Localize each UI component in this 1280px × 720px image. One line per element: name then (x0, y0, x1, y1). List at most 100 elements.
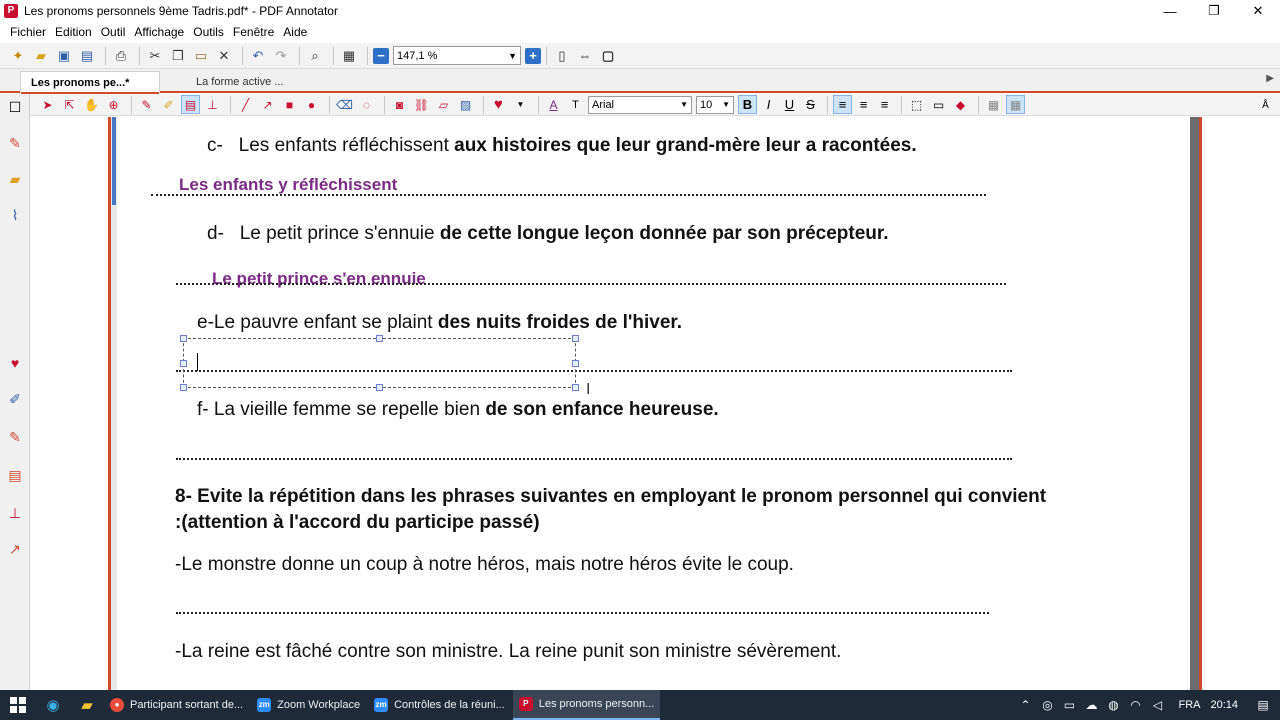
menu-aide[interactable]: Aide (283, 25, 307, 39)
resize-handle[interactable] (180, 360, 187, 367)
resize-handle[interactable] (180, 384, 187, 391)
meet-now-icon[interactable]: ◎ (1036, 698, 1058, 712)
heart-icon[interactable]: ♥ (6, 354, 24, 372)
arrow-line-icon[interactable]: ↗ (258, 95, 277, 114)
fit-page-icon[interactable]: ▯ (552, 46, 572, 66)
favorite-heart-icon[interactable]: ♥ (489, 95, 508, 114)
new-document-icon[interactable]: ✦ (8, 46, 28, 66)
resize-handle[interactable] (572, 335, 579, 342)
edge-browser-icon[interactable]: ◉ (36, 690, 70, 720)
tab-les-pronoms[interactable]: Les pronoms pe...* (20, 71, 160, 94)
chevron-up-icon[interactable]: ⌃ (1014, 698, 1036, 712)
close-button[interactable]: ✕ (1236, 0, 1280, 22)
resize-handle[interactable] (572, 360, 579, 367)
line-width-icon[interactable]: ▭ (929, 95, 948, 114)
taskbar-item-pdf-annotator[interactable]: P Les pronoms personn... (512, 690, 661, 720)
page-layout-icon[interactable]: ▦ (339, 46, 359, 66)
ellipse-tool-icon[interactable]: ● (302, 95, 321, 114)
open-folder-icon[interactable]: ▰ (31, 46, 51, 66)
border-style-icon[interactable]: ⬚ (907, 95, 926, 114)
minimize-button[interactable]: — (1148, 0, 1192, 22)
menu-fenetre[interactable]: Fenêtre (233, 25, 274, 39)
onedrive-icon[interactable]: ☁ (1080, 698, 1102, 712)
pen-tool-icon[interactable]: ✎ (137, 95, 156, 114)
select-arrow-icon[interactable]: ➤ (38, 95, 57, 114)
taskbar-item-zoom[interactable]: zm Zoom Workplace (251, 690, 366, 720)
find-binoculars-icon[interactable]: ⌕ (305, 46, 325, 66)
resize-handle[interactable] (376, 384, 383, 391)
marker-icon[interactable]: ✎ (6, 428, 24, 446)
menu-affichage[interactable]: Affichage (134, 25, 184, 39)
menu-edition[interactable]: Edition (55, 25, 92, 39)
highlighter-tool-icon[interactable]: ✐ (159, 95, 178, 114)
resize-handle[interactable] (376, 335, 383, 342)
taskbar-item-zoom-controls[interactable]: zm Contrôles de la réuni... (368, 690, 511, 720)
menu-fichier[interactable]: Fichier (10, 25, 46, 39)
tab-scroll-right-icon[interactable]: ▶ (1266, 73, 1274, 84)
align-right-icon[interactable]: ≡ (875, 95, 894, 114)
font-select[interactable]: Arial ▼ (588, 95, 692, 114)
zoom-tray-icon[interactable]: ◍ (1102, 698, 1124, 712)
taskbar-item-chrome[interactable]: ● Participant sortant de... (104, 690, 249, 720)
snap-grid-icon[interactable]: ▦ (1006, 95, 1025, 114)
line-tool-icon[interactable]: ╱ (236, 95, 255, 114)
save-icon[interactable]: ▣ (54, 46, 74, 66)
network-device-icon[interactable]: ▭ (1058, 698, 1080, 712)
notification-icon[interactable]: ▤ (1252, 698, 1274, 712)
highlighter-icon[interactable]: ✐ (6, 390, 24, 408)
resize-handle[interactable] (572, 384, 579, 391)
text-annotation-box[interactable] (183, 338, 576, 388)
paste-icon[interactable]: ▭ (191, 46, 211, 66)
link-icon[interactable]: ⛓ (412, 95, 431, 114)
tab-la-forme-active[interactable]: La forme active ... (186, 71, 326, 93)
italic-button[interactable]: I (759, 95, 778, 114)
arrow-tool-icon[interactable]: ↗ (6, 540, 24, 558)
full-screen-icon[interactable]: ▢ (598, 46, 618, 66)
save-as-icon[interactable]: ▤ (77, 46, 97, 66)
file-explorer-icon[interactable]: ▰ (70, 690, 104, 720)
text-tool-icon[interactable]: ▤ (181, 95, 200, 114)
align-center-icon[interactable]: ≡ (854, 95, 873, 114)
wifi-icon[interactable]: ◠ (1124, 698, 1146, 712)
stamp-tool-icon[interactable]: ⊥ (203, 95, 222, 114)
page-scroll-indicator[interactable] (112, 117, 116, 205)
collapse-toolbar-icon[interactable]: Å (1256, 96, 1275, 115)
lasso-icon[interactable]: ◌ (357, 95, 376, 114)
menu-outils[interactable]: Outils (193, 25, 224, 39)
zoom-tool-icon[interactable]: ⊕ (104, 95, 123, 114)
stamp-icon[interactable]: ⊥ (6, 504, 24, 522)
select-area-icon[interactable]: ⇱ (60, 95, 79, 114)
font-size-select[interactable]: 10 ▼ (696, 95, 734, 114)
fit-width-icon[interactable]: ⇔ (575, 46, 595, 66)
maximize-button[interactable]: ❐ (1192, 0, 1236, 22)
windows-start-icon[interactable] (0, 690, 36, 720)
ruler-icon[interactable]: ▱ (434, 95, 453, 114)
zoom-out-button[interactable]: − (373, 47, 389, 64)
bold-button[interactable]: B (738, 95, 757, 114)
text-color-icon[interactable]: A (544, 95, 563, 114)
pen-icon[interactable]: ✎ (6, 134, 24, 152)
strikethrough-button[interactable]: S (801, 95, 820, 114)
cut-icon[interactable]: ✂ (145, 46, 165, 66)
print-icon[interactable]: ⎙ (111, 46, 131, 66)
underline-button[interactable]: U (780, 95, 799, 114)
zoom-in-button[interactable]: + (525, 47, 541, 64)
document-view[interactable]: c- Les enfants réfléchissent aux histoir… (30, 117, 1280, 690)
menu-outil[interactable]: Outil (101, 25, 126, 39)
language-indicator[interactable]: FRA (1178, 699, 1200, 711)
redo-icon[interactable]: ↷ (271, 46, 291, 66)
folder-icon[interactable]: ▰ (6, 170, 24, 188)
undo-icon[interactable]: ↶ (248, 46, 268, 66)
eraser-icon[interactable]: ⌫ (335, 95, 354, 114)
text-box-icon[interactable]: ▤ (6, 466, 24, 484)
align-left-icon[interactable]: ≡ (833, 95, 852, 114)
volume-icon[interactable]: ◁ (1146, 698, 1168, 712)
chevron-down-icon[interactable]: ▼ (511, 95, 530, 114)
fill-color-icon[interactable]: ◆ (951, 95, 970, 114)
delete-icon[interactable]: ✕ (214, 46, 234, 66)
camera-icon[interactable]: ◙ (390, 95, 409, 114)
rectangle-tool-icon[interactable]: ■ (280, 95, 299, 114)
insert-image-icon[interactable]: ▨ (456, 95, 475, 114)
copy-icon[interactable]: ❐ (168, 46, 188, 66)
resize-handle[interactable] (180, 335, 187, 342)
